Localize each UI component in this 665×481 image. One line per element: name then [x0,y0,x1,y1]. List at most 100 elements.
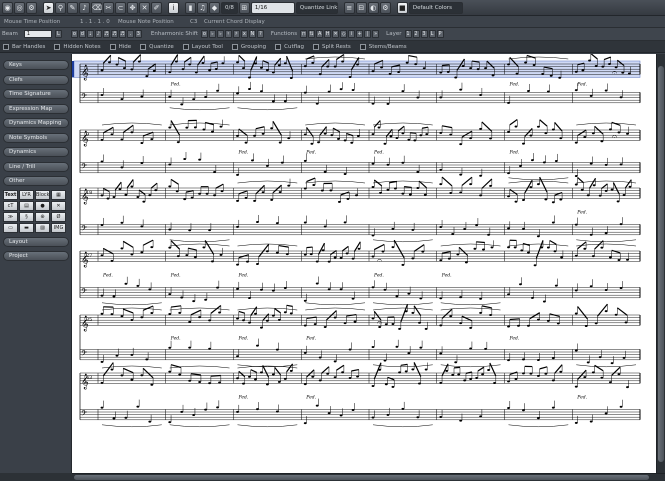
scissors-tool-icon[interactable]: ✂ [103,1,114,14]
layer-3-button[interactable]: 3 [420,30,428,38]
note-32nd-icon[interactable]: ♬ [110,30,118,38]
function-plus-icon[interactable]: + [356,30,364,38]
symbol-segno-icon[interactable]: § [19,211,34,222]
arrow-tool-icon[interactable]: ➤ [43,1,54,14]
function-pos-icon[interactable]: ◇ [340,30,348,38]
note-whole-icon[interactable]: o [70,30,78,38]
section-project[interactable]: Project [3,251,69,261]
symbol-lyrics-button[interactable]: LYR [19,189,34,200]
filter-stems-beams[interactable]: Stems/Beams [359,43,407,50]
double-flat-icon[interactable]: ♭ [208,30,216,38]
function-hide-icon[interactable]: H [324,30,332,38]
function-stem-icon[interactable]: | [364,30,372,38]
list-icon[interactable]: ≡ [343,1,355,14]
autoscroll-icon[interactable]: ▮ [185,1,196,14]
snap-icon[interactable]: ⊞ [238,1,250,14]
edit-pencil-icon[interactable]: ✐ [151,1,162,14]
function-autolayout-icon[interactable]: A [316,30,324,38]
gear-icon[interactable]: ⚙ [379,1,391,14]
eraser-tool-icon[interactable]: ⌫ [91,1,102,14]
color-mode-select[interactable]: Default Colors [408,1,463,14]
symbol-cross-icon[interactable]: ✕ [51,200,66,211]
layer-l-button[interactable]: L [428,30,436,38]
layer-p-button[interactable]: P [436,30,444,38]
section-dynamics-mapping[interactable]: Dynamics Mapping [3,118,69,128]
score-notation[interactable]: 𝄞Ped. Ped. Ped.𝄢𝄞Ped. Ped. Ped. Ped.𝄢𝄞Ped.𝄢𝄞P… [72,54,656,473]
solo-icon[interactable]: ◉ [2,1,13,14]
enharmonic-off-icon[interactable]: o [200,30,208,38]
color-swatch-icon[interactable]: ■ [396,1,408,14]
mute-tool-icon[interactable]: ✕ [139,1,150,14]
symbol-frame-icon[interactable]: ▤ [19,200,34,211]
note-half-icon[interactable]: d [78,30,86,38]
section-keys[interactable]: Keys [3,60,69,70]
filter-grouping[interactable]: Grouping [231,43,266,50]
settings-icon[interactable]: ⚙ [26,1,37,14]
sharp-icon[interactable]: ♯ [232,30,240,38]
symbol-hatch-icon[interactable]: ▨ [35,222,50,233]
section-expression-map[interactable]: Expression Map [3,103,69,114]
info-icon[interactable]: i [168,1,179,14]
section-time-signature[interactable]: Time Signature [3,89,69,99]
filter-split-rests[interactable]: Split Rests [312,43,351,50]
symbol-rect-icon[interactable]: ▭ [3,222,18,233]
enharmonic-no-icon[interactable]: N [248,30,256,38]
step-input-icon[interactable]: ◆ [209,1,220,14]
function-grp-icon[interactable]: ⊓ [300,30,308,38]
symbol-repeat-icon[interactable]: ≫ [3,211,18,222]
section-other[interactable]: Other [3,176,69,186]
horizontal-scrollbar[interactable] [72,473,665,481]
quantize-select[interactable]: 1/16 [250,1,295,14]
draw-tool-icon[interactable]: ✎ [67,1,78,14]
layout-tool-icon[interactable]: ✥ [127,1,138,14]
vertical-scroll-thumb[interactable] [658,66,664,462]
speaker-icon[interactable]: ♫ [197,1,208,14]
filter-layout-tool[interactable]: Layout Tool [182,43,223,50]
function-more-icon[interactable]: » [372,30,380,38]
section-dynamics[interactable]: Dynamics [3,147,69,157]
layer-1-button[interactable]: 1 [404,30,412,38]
quantize-link-select[interactable]: Quantize Link [295,1,338,14]
symbol-slash-icon[interactable]: Ø [51,211,66,222]
filter-cutflag[interactable]: Cutflag [275,43,304,50]
filter-hidden-notes[interactable]: Hidden Notes [54,43,101,50]
section-note-symbols[interactable]: Note Symbols [3,132,69,143]
beam-apply-icon[interactable]: L [54,30,62,38]
symbol-box-icon[interactable]: ▦ [51,189,66,200]
function-noteinfo-icon[interactable]: i [348,30,356,38]
note-16th-icon[interactable]: ♬ [102,30,110,38]
horizontal-scroll-thumb[interactable] [74,475,649,480]
symbol-block-button[interactable]: Block [35,189,50,200]
symbol-coda-icon[interactable]: ⊕ [35,211,50,222]
filter-bar-handles[interactable]: Bar Handles [3,43,45,50]
section-layout[interactable]: Layout [3,236,69,247]
enharmonic-question-icon[interactable]: ? [256,30,264,38]
note-eighth-icon[interactable]: ♪ [94,30,102,38]
filter-quantize[interactable]: Quantize [140,43,174,50]
triplet-icon[interactable]: 3 [134,30,142,38]
layer-2-button[interactable]: 2 [412,30,420,38]
score-page[interactable]: 𝄞 Ped. Ped. Ped. 𝄢 𝄞 Ped. Ped. Ped. Ped. 𝄢 𝄞 Ped. 𝄢 𝄞 P… [72,54,656,473]
display-field[interactable]: 0/8 [221,1,238,14]
note-quarter-icon[interactable]: ♩ [86,30,94,38]
symbol-image-button[interactable]: IMG [51,222,66,233]
flat-icon[interactable]: ♭ [216,30,224,38]
natural-icon[interactable]: ♮ [224,30,232,38]
symbol-dot-icon[interactable]: ● [35,200,50,211]
listen-icon[interactable]: ◎ [14,1,25,14]
grid-icon[interactable]: ⊟ [355,1,367,14]
palette-icon[interactable]: ◐ [367,1,379,14]
symbol-bar-icon[interactable]: ▬ [19,222,34,233]
note-64th-icon[interactable]: ♬ [118,30,126,38]
section-line-trill[interactable]: Line / Trill [3,161,69,172]
function-flip-icon[interactable]: ⇅ [308,30,316,38]
vertical-scrollbar[interactable] [656,54,665,473]
note-tool-icon[interactable]: ♪ [79,1,90,14]
beam-value-field[interactable]: 1 [23,30,52,38]
filter-hide[interactable]: Hide [109,43,131,50]
glue-tool-icon[interactable]: ⊂ [115,1,126,14]
double-sharp-icon[interactable]: x [240,30,248,38]
dot-icon[interactable]: . [126,30,134,38]
symbol-text-button[interactable]: Text [3,189,18,200]
function-x-icon[interactable]: ✕ [332,30,340,38]
